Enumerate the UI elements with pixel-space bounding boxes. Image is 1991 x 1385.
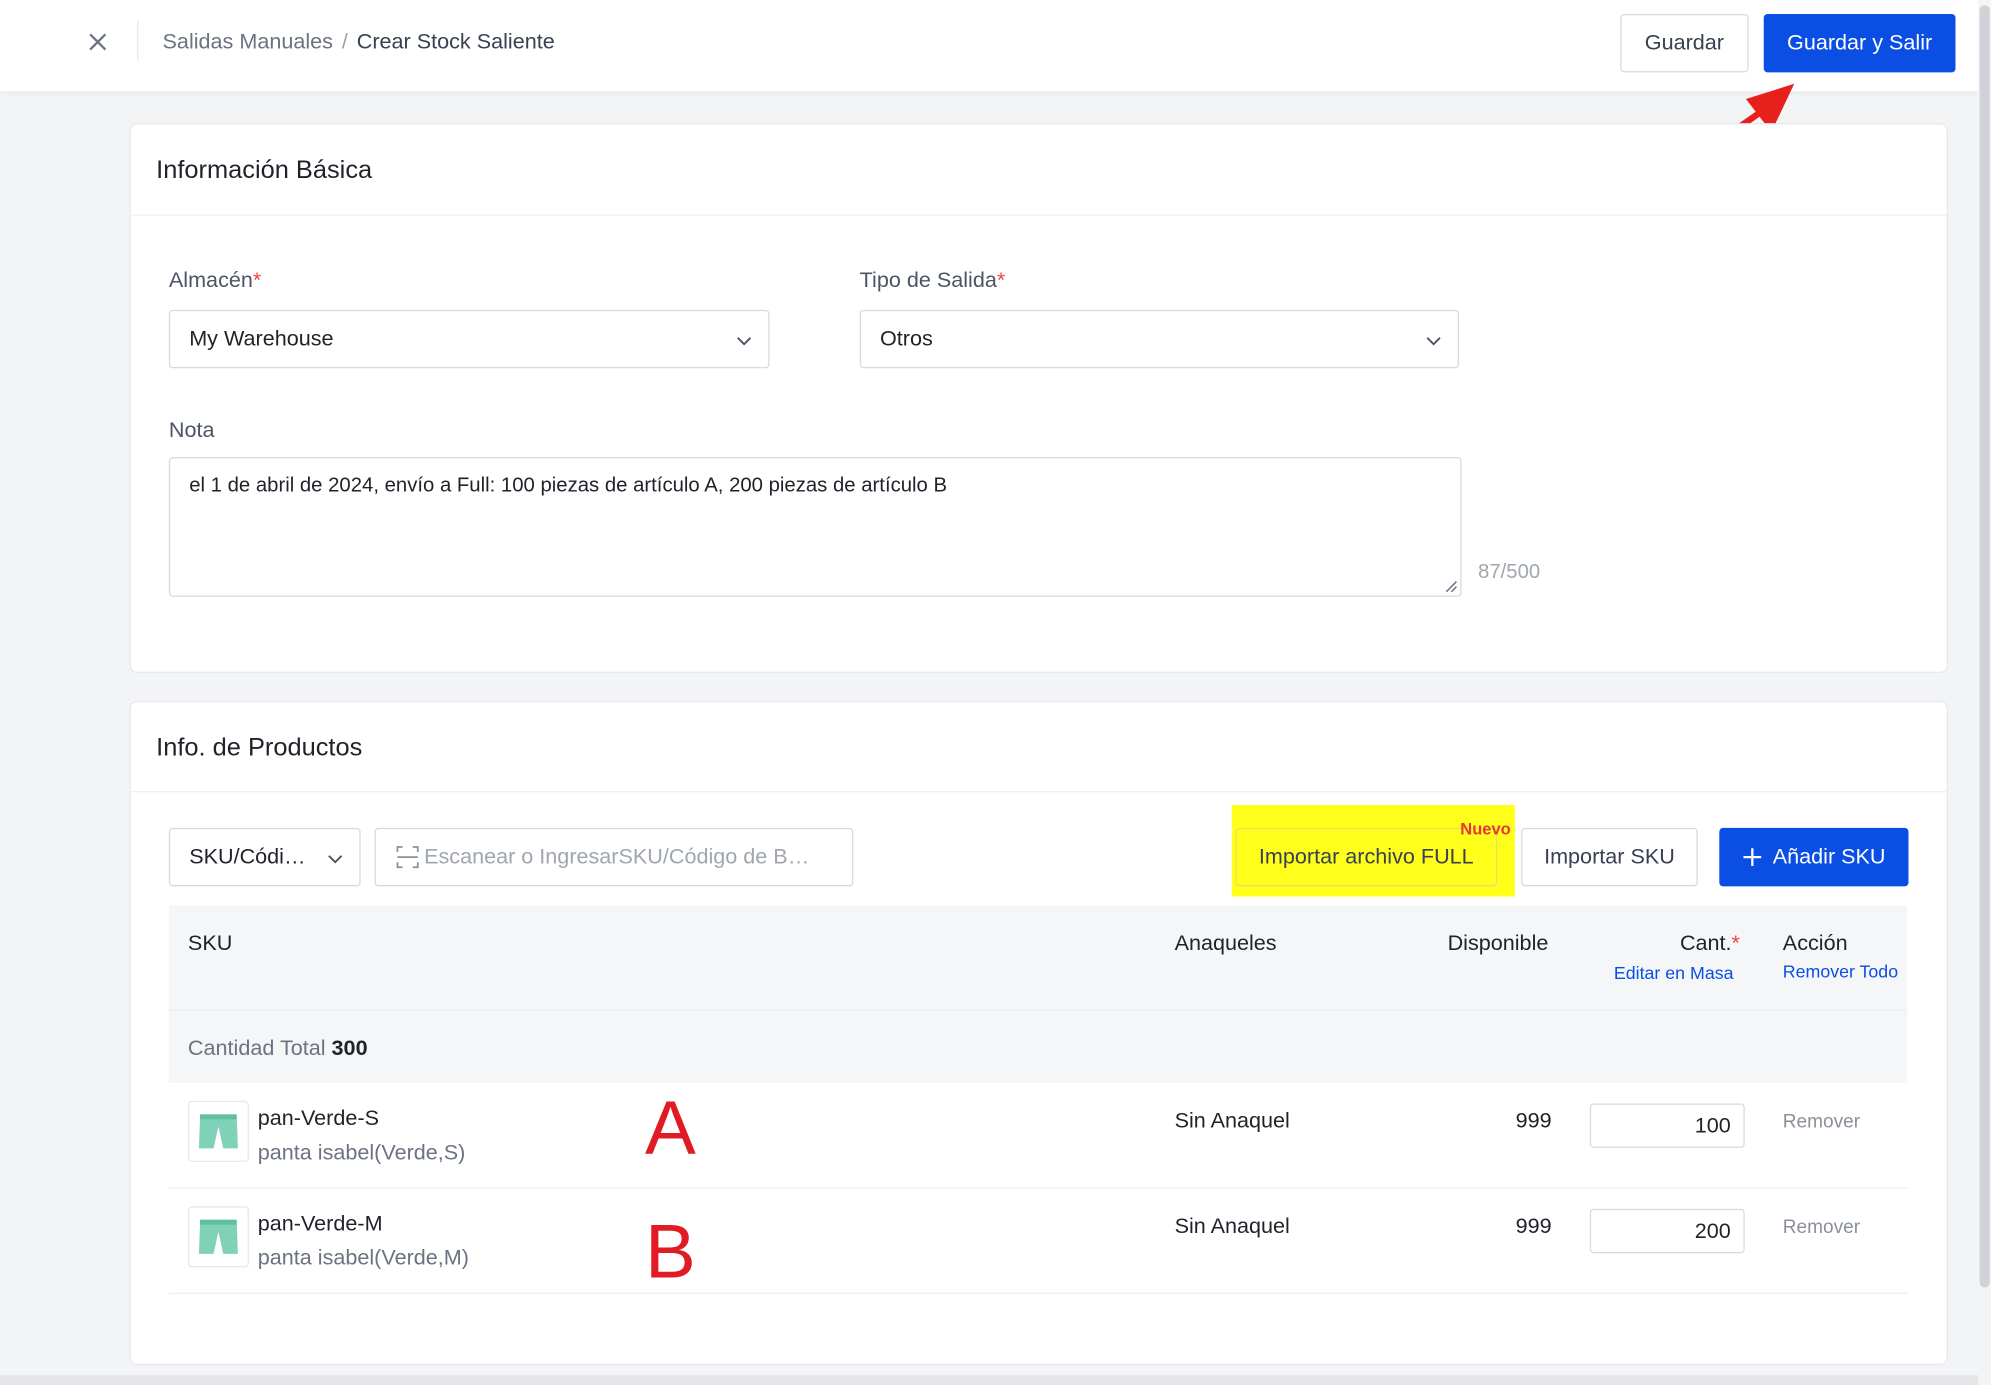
bulk-edit-link[interactable]: Editar en Masa <box>1614 963 1734 983</box>
product-thumbnail <box>187 1206 249 1268</box>
shorts-icon <box>198 1219 238 1254</box>
products-title: Info. de Productos <box>156 733 363 762</box>
page: Salidas Manuales / Crear Stock Saliente Gu… <box>0 0 1991 1385</box>
import-sku-button[interactable]: Importar SKU <box>1521 827 1698 887</box>
add-sku-button[interactable]: Añadir SKU <box>1719 827 1909 887</box>
exit-type-label: Tipo de Salida* <box>860 268 1006 293</box>
bottom-scrollbar-track <box>0 1375 1979 1385</box>
header-divider <box>137 20 139 61</box>
note-label: Nota <box>168 417 215 442</box>
note-text: el 1 de abril de 2024, envío a Full: 100… <box>189 474 948 497</box>
column-sku: SKU <box>187 930 233 955</box>
card-divider <box>130 791 1947 793</box>
total-quantity: Cantidad Total 300 <box>188 1036 368 1061</box>
exit-type-select[interactable]: Otros <box>859 309 1460 369</box>
breadcrumb-parent-link[interactable]: Salidas Manuales <box>163 29 333 53</box>
column-action: Acción <box>1782 930 1848 955</box>
search-type-select[interactable]: SKU/Códi… <box>168 827 361 887</box>
annotation-letter: A <box>645 1085 696 1171</box>
product-thumbnail <box>187 1100 249 1162</box>
plus-icon <box>1743 848 1762 867</box>
column-available: Disponible <box>1447 930 1549 955</box>
table-header: SKU Anaqueles Disponible Cant.* Editar e… <box>168 905 1908 1010</box>
search-type-value: SKU/Códi… <box>189 844 306 869</box>
chevron-down-icon <box>737 337 752 346</box>
remove-button[interactable]: Remover <box>1783 1111 1860 1133</box>
chevron-down-icon <box>1426 337 1441 346</box>
available-value: 999 <box>1515 1108 1552 1133</box>
required-mark: * <box>996 267 1006 293</box>
table-row: pan-Verde-S panta isabel(Verde,S) A Sin … <box>168 1083 1908 1189</box>
warehouse-label: Almacén* <box>169 268 261 293</box>
sku-name: panta isabel(Verde,S) <box>257 1140 466 1165</box>
shorts-icon <box>198 1114 238 1149</box>
breadcrumb-separator: / <box>341 29 348 54</box>
basic-info-title: Información Básica <box>156 156 373 185</box>
card-divider <box>130 214 1947 216</box>
annotation-letter: B <box>645 1208 696 1294</box>
scan-icon <box>396 846 419 869</box>
note-char-counter: 87/500 <box>1478 561 1541 583</box>
exit-type-label-text: Tipo de Salida <box>859 267 997 293</box>
column-shelves: Anaqueles <box>1174 930 1277 955</box>
close-icon[interactable] <box>84 28 112 56</box>
total-row: Cantidad Total 300 <box>168 1009 1908 1084</box>
quantity-input[interactable]: 200 <box>1589 1208 1745 1254</box>
shelf-value: Sin Anaquel <box>1174 1108 1290 1133</box>
new-badge: Nuevo <box>1460 819 1511 839</box>
column-qty-label: Cant. <box>1679 930 1732 955</box>
total-label: Cantidad Total <box>187 1036 326 1061</box>
vertical-scrollbar-thumb[interactable] <box>1979 5 1990 1288</box>
sku-code: pan-Verde-S <box>257 1105 379 1131</box>
top-bar: Salidas Manuales / Crear Stock Saliente Gu… <box>0 0 1979 92</box>
exit-type-select-value: Otros <box>879 326 933 351</box>
save-button[interactable]: Guardar <box>1620 13 1749 73</box>
chevron-down-icon <box>328 855 343 864</box>
sku-name: panta isabel(Verde,M) <box>257 1245 469 1270</box>
quantity-input[interactable]: 100 <box>1589 1103 1745 1148</box>
column-qty: Cant.* <box>1680 931 1740 956</box>
warehouse-select-value: My Warehouse <box>189 326 334 351</box>
warehouse-select[interactable]: My Warehouse <box>168 309 770 369</box>
available-value: 999 <box>1515 1213 1552 1239</box>
save-and-exit-button[interactable]: Guardar y Salir <box>1763 13 1956 73</box>
note-textarea[interactable]: el 1 de abril de 2024, envío a Full: 100… <box>168 457 1462 597</box>
add-sku-label: Añadir SKU <box>1772 844 1886 869</box>
scan-sku-placeholder: Escanear o IngresarSKU/Código de B… <box>424 844 810 869</box>
import-full-file-button[interactable]: Importar archivo FULL <box>1235 827 1498 887</box>
sku-code: pan-Verde-M <box>257 1211 383 1236</box>
table-row: pan-Verde-M panta isabel(Verde,M) B Sin … <box>168 1188 1908 1294</box>
remove-all-link[interactable]: Remover Todo <box>1783 961 1898 981</box>
required-mark: * <box>252 267 262 293</box>
warehouse-label-text: Almacén <box>168 267 253 293</box>
total-value: 300 <box>331 1036 368 1061</box>
breadcrumb-current: Crear Stock Saliente <box>356 29 555 54</box>
import-sku-label: Importar SKU <box>1544 844 1675 869</box>
breadcrumb: Salidas Manuales / Crear Stock Saliente <box>163 29 555 54</box>
shelf-value: Sin Anaquel <box>1174 1213 1290 1239</box>
remove-button[interactable]: Remover <box>1783 1216 1860 1238</box>
required-mark: * <box>1731 930 1740 955</box>
resize-handle-icon[interactable] <box>1442 578 1457 593</box>
scan-sku-input[interactable]: Escanear o IngresarSKU/Código de B… <box>374 827 854 887</box>
